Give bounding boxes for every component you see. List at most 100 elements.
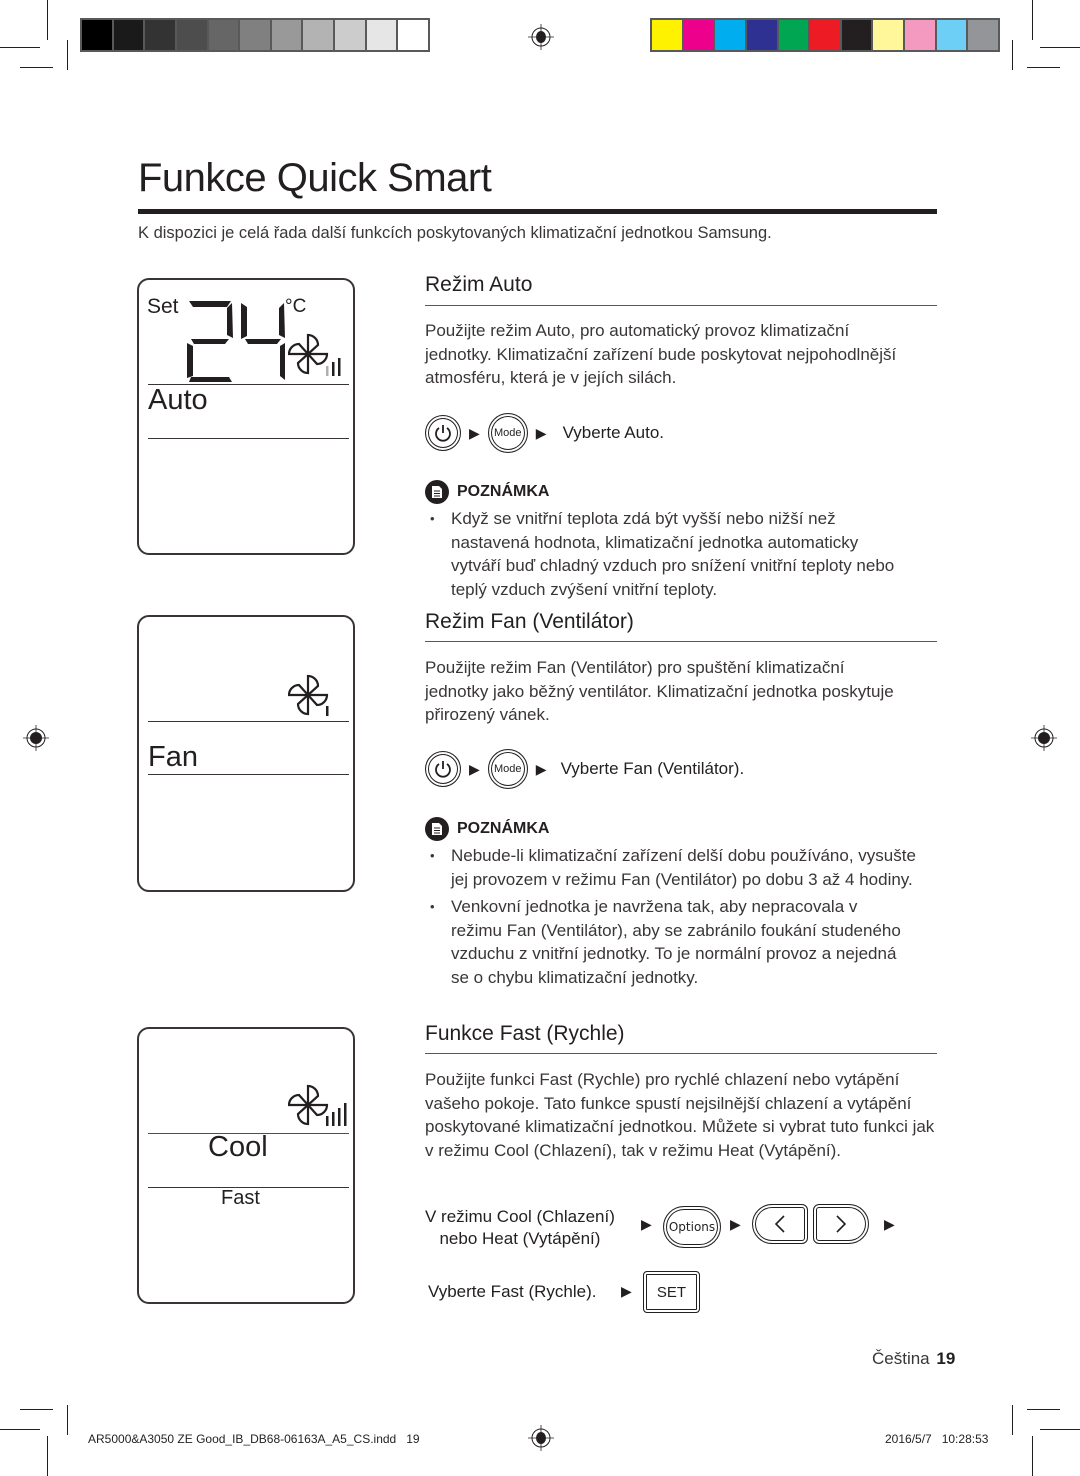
note-label: POZNÁMKA: [457, 483, 550, 500]
left-button[interactable]: [752, 1204, 808, 1244]
crop-mark: [0, 1429, 40, 1430]
color-swatch: [715, 20, 745, 50]
page-title: Funkce Quick Smart: [138, 156, 492, 200]
crop-mark: [47, 0, 48, 40]
registration-mark-icon: [23, 725, 49, 751]
arrow-right-icon: ▶: [469, 760, 480, 777]
crop-mark: [1012, 40, 1013, 70]
mode-label: Cool: [208, 1131, 268, 1163]
lcd-divider: [148, 438, 349, 439]
lcd-display-auto: Set 24 °C Auto: [137, 278, 355, 555]
lcd-display-fan: Fan: [137, 615, 355, 892]
step-select-fast: Vyberte Fast (Rychle).: [428, 1282, 597, 1301]
arrow-right-icon: ▶: [641, 1217, 652, 1233]
note-header: POZNÁMKA: [425, 817, 549, 841]
color-swatch: [810, 20, 840, 50]
note-label: POZNÁMKA: [457, 820, 550, 837]
color-swatch: [335, 20, 365, 50]
section-divider: [425, 1053, 937, 1054]
color-swatch: [778, 20, 809, 50]
section-paragraph-auto: Použijte režim Auto, pro automatický pro…: [425, 321, 897, 387]
color-swatch: [652, 20, 682, 50]
title-divider: [138, 209, 937, 214]
color-swatch: [303, 20, 334, 50]
arrow-right-icon: ▶: [621, 1284, 632, 1300]
section-heading-fast: Funkce Fast (Rychle): [425, 1022, 625, 1045]
color-swatch: [905, 20, 935, 50]
notes-list-fan: Nebude-li klimatizační zařízení delší do…: [430, 844, 930, 993]
fan-icon: [288, 1084, 347, 1126]
section-paragraph-fast: Použijte funkci Fast (Rychle) pro rychlé…: [425, 1070, 935, 1160]
fan-icon: [288, 674, 329, 716]
color-swatch: [746, 20, 777, 50]
mode-button[interactable]: Mode: [487, 749, 528, 789]
color-swatch: [208, 20, 239, 50]
color-swatch: [113, 20, 144, 50]
arrow-right-icon: ▶: [535, 424, 547, 441]
condition-line: V režimu Cool (Chlazení): [425, 1207, 615, 1226]
lcd-divider: [148, 774, 349, 775]
power-icon: [435, 761, 451, 778]
crop-mark: [67, 40, 68, 70]
steps-fan: ▶ Mode ▶ Vyberte Fan (Ventilátor).: [425, 749, 744, 789]
step-result: Vyberte Fan (Ventilátor).: [560, 759, 745, 778]
color-swatch: [176, 20, 207, 50]
grayscale-calibration-bar: [80, 18, 430, 52]
lcd-divider: [148, 721, 349, 722]
arrow-right-icon: ▶: [535, 760, 547, 777]
note-item: Když se vnitřní teplota zdá být vyšší ne…: [430, 507, 910, 601]
mode-label: Fan: [148, 741, 198, 773]
registration-mark-icon: [528, 1425, 554, 1451]
step-result: Vyberte Auto.: [562, 423, 664, 442]
crop-mark: [47, 1436, 48, 1476]
power-button[interactable]: [425, 751, 461, 787]
lcd-display-fast: Cool Fast: [137, 1027, 355, 1304]
steps-auto: ▶ Mode ▶ Vyberte Auto.: [425, 413, 664, 453]
color-swatch: [145, 20, 175, 50]
arrow-right-icon: ▶: [884, 1217, 895, 1233]
color-swatch: [841, 20, 872, 50]
section-heading-fan: Režim Fan (Ventilátor): [425, 610, 634, 633]
section-heading-auto: Režim Auto: [425, 273, 533, 296]
right-button[interactable]: [813, 1204, 869, 1244]
note-item: Nebude-li klimatizační zařízení delší do…: [430, 844, 930, 891]
set-label: Set: [147, 295, 179, 318]
crop-mark: [1012, 1405, 1013, 1435]
notes-list-auto: Když se vnitřní teplota zdá být vyšší ne…: [430, 507, 910, 605]
section-divider: [425, 641, 937, 642]
crop-mark: [1032, 1436, 1033, 1476]
mode-label: Auto: [148, 384, 208, 416]
crop-mark: [1040, 47, 1080, 48]
color-swatch: [82, 20, 112, 50]
intro-text: K dispozici je celá řada další funkcích …: [138, 224, 772, 242]
note-header: POZNÁMKA: [425, 480, 549, 504]
arrow-right-icon: ▶: [469, 424, 480, 441]
crop-mark: [1027, 1409, 1060, 1410]
section-divider: [425, 305, 937, 306]
steps-fast-condition: V režimu Cool (Chlazení) nebo Heat (Vytá…: [425, 1206, 615, 1250]
options-button[interactable]: Options: [663, 1206, 721, 1248]
color-swatch: [366, 20, 397, 50]
color-swatch: [968, 20, 999, 50]
function-label: Fast: [221, 1187, 260, 1209]
page-number: 19: [936, 1349, 956, 1368]
registration-mark-icon: [528, 24, 554, 50]
color-swatch: [873, 20, 904, 50]
page-footer-label: Čeština 19: [872, 1349, 955, 1369]
set-button[interactable]: SET: [643, 1271, 700, 1313]
color-calibration-bar: [650, 18, 1000, 52]
celsius-unit: °C: [285, 296, 307, 317]
power-icon: [435, 425, 451, 442]
power-button[interactable]: [425, 415, 461, 451]
crop-mark: [20, 1409, 53, 1410]
arrow-right-icon: ▶: [730, 1217, 741, 1233]
crop-mark: [0, 47, 40, 48]
seven-segment-temperature: [187, 301, 285, 382]
crop-mark: [20, 67, 53, 68]
mode-button[interactable]: Mode: [487, 413, 528, 453]
crop-mark: [67, 1405, 68, 1435]
color-swatch: [683, 20, 714, 50]
color-swatch: [271, 20, 302, 50]
note-icon: [425, 817, 449, 841]
timestamp: 2016/5/7 10:28:53: [885, 1432, 989, 1446]
